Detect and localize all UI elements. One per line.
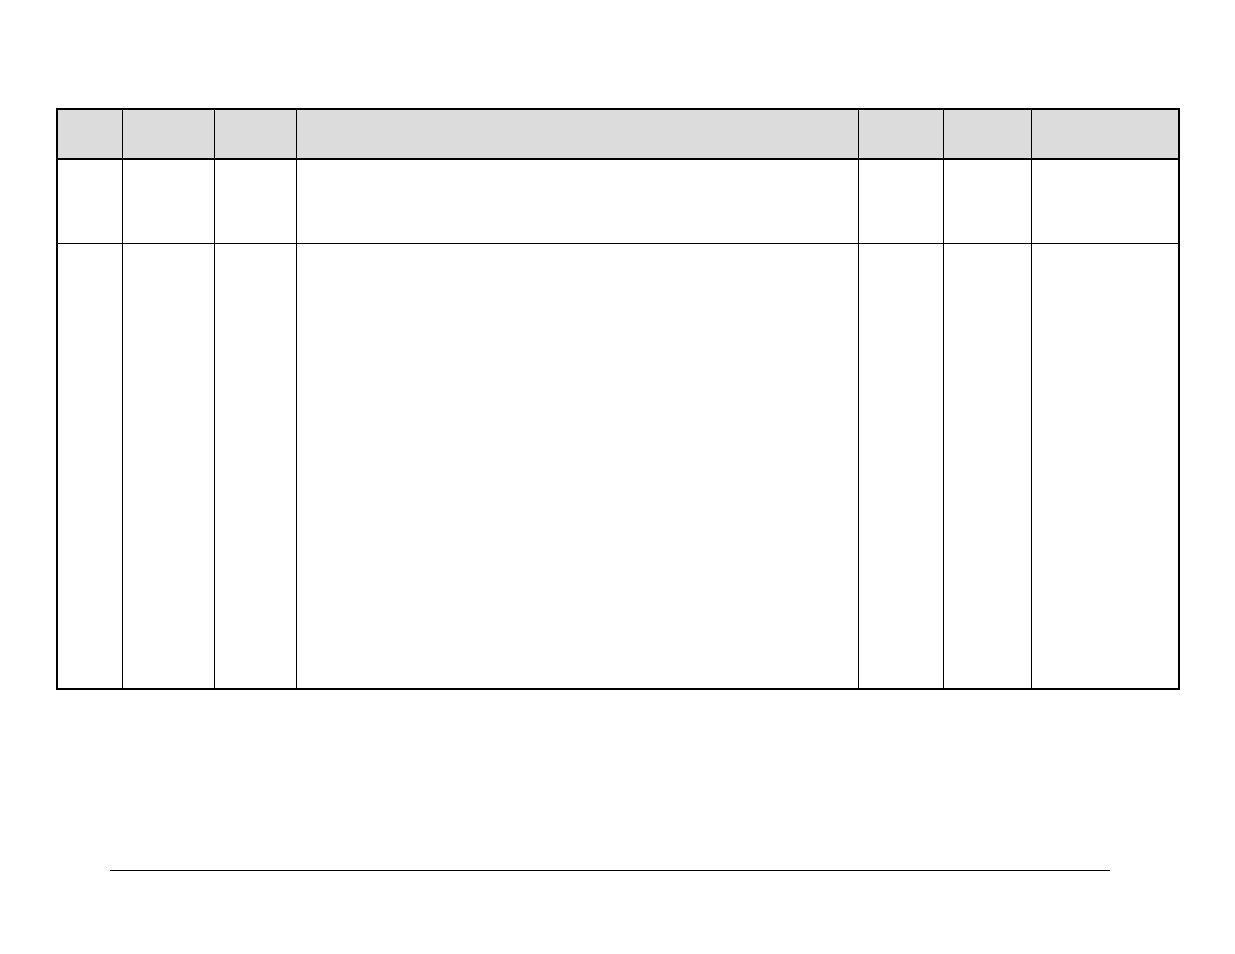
table-cell (214, 243, 296, 689)
table-cell (214, 159, 296, 243)
table-cell (122, 159, 214, 243)
table-cell (1031, 159, 1179, 243)
table-cell (296, 243, 858, 689)
table-cell (122, 243, 214, 689)
table-cell (943, 159, 1031, 243)
table-cell (57, 243, 122, 689)
table-header (122, 109, 214, 159)
footer-rule (110, 870, 1110, 871)
table-header (214, 109, 296, 159)
table-header (296, 109, 858, 159)
table-row (57, 159, 1179, 243)
table-cell (57, 159, 122, 243)
table-cell (1031, 243, 1179, 689)
table-header (858, 109, 943, 159)
table-cell (296, 159, 858, 243)
table-row (57, 243, 1179, 689)
data-table (56, 108, 1180, 690)
table-cell (943, 243, 1031, 689)
table-header (943, 109, 1031, 159)
table-cell (858, 159, 943, 243)
table-header (57, 109, 122, 159)
document-page (0, 0, 1235, 954)
table-cell (858, 243, 943, 689)
table-header-row (57, 109, 1179, 159)
table-header (1031, 109, 1179, 159)
